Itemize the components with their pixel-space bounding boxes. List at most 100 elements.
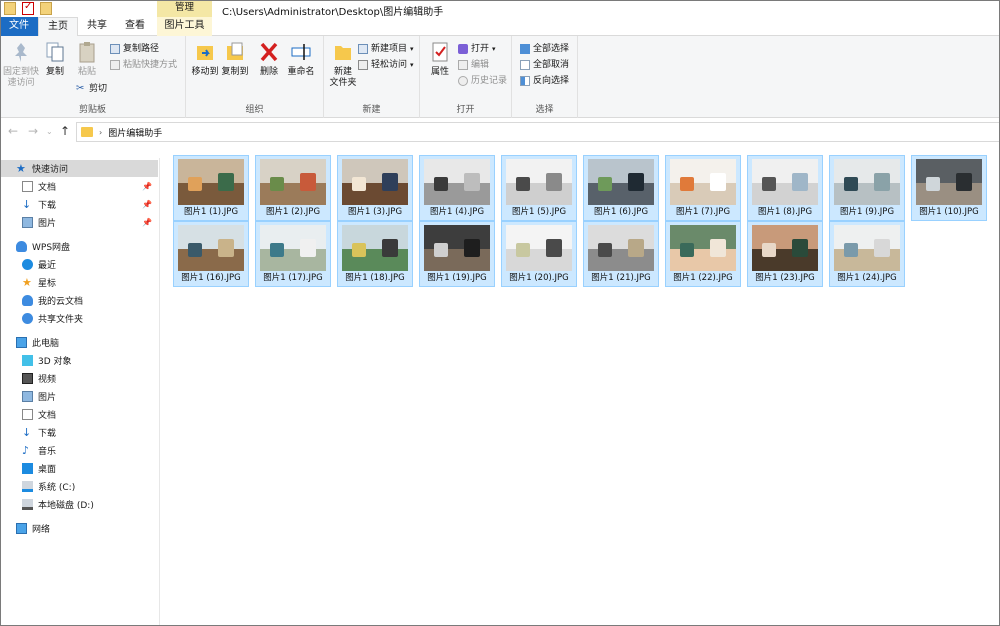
- document-icon: [22, 409, 33, 420]
- sidebar-item-pictures[interactable]: 图片: [0, 388, 158, 405]
- pin-quick-access-button[interactable]: 固定到快 速访问: [2, 40, 40, 89]
- pictures-icon: [22, 391, 33, 402]
- image-thumbnail: [342, 159, 408, 205]
- folder-icon[interactable]: [4, 2, 16, 15]
- sidebar-item-system-c[interactable]: 系统 (C:): [0, 478, 158, 495]
- sidebar-item-documents[interactable]: 文档: [0, 406, 158, 423]
- copy-path-icon: [110, 44, 120, 54]
- edit-button[interactable]: 编辑: [458, 58, 489, 72]
- file-tile[interactable]: 图片1 (8).JPG: [747, 155, 823, 221]
- sidebar-item-starred[interactable]: ★ 星标: [0, 274, 158, 291]
- sidebar-item-3d-objects[interactable]: 3D 对象: [0, 352, 158, 369]
- sidebar-item-network[interactable]: 网络: [0, 520, 158, 537]
- system-drive-icon: [22, 481, 33, 492]
- pin-icon[interactable]: 📌: [142, 200, 152, 209]
- image-thumbnail: [834, 225, 900, 271]
- new-folder-icon[interactable]: [40, 2, 52, 15]
- context-tab-manage: 管理: [157, 0, 212, 17]
- properties-check-icon[interactable]: [22, 1, 34, 15]
- image-thumbnail: [916, 159, 982, 205]
- computer-icon: [16, 337, 27, 348]
- sidebar-item-my-cloud-docs[interactable]: 我的云文档: [0, 292, 158, 309]
- clipboard-group: 固定到快 速访问 复制 粘贴 复制路径 粘贴快捷方式 ✂ 剪切 剪贴板: [0, 36, 186, 118]
- copy-path-button[interactable]: 复制路径: [110, 42, 159, 56]
- up-arrow-icon[interactable]: ↑: [60, 124, 70, 138]
- new-item-button[interactable]: 新建项目 ▾: [358, 42, 414, 56]
- copy-to-button[interactable]: 复制到: [218, 40, 252, 78]
- select-all-button[interactable]: 全部选择: [520, 42, 569, 56]
- tab-file[interactable]: 文件: [0, 17, 38, 36]
- image-thumbnail: [834, 159, 900, 205]
- invert-selection-button[interactable]: 反向选择: [520, 74, 569, 88]
- sidebar-item-desktop[interactable]: 桌面: [0, 460, 158, 477]
- copy-icon: [46, 42, 64, 62]
- organize-group: 移动到 复制到 删除 重命名 组织: [186, 36, 324, 118]
- file-tile[interactable]: 图片1 (3).JPG: [337, 155, 413, 221]
- select-none-button[interactable]: 全部取消: [520, 58, 569, 72]
- tab-view[interactable]: 查看: [116, 17, 154, 36]
- file-tile[interactable]: 图片1 (18).JPG: [337, 221, 413, 287]
- paste-button[interactable]: 粘贴: [70, 40, 104, 78]
- back-arrow-icon[interactable]: ←: [8, 124, 18, 138]
- file-tile[interactable]: 图片1 (10).JPG: [911, 155, 987, 221]
- easy-access-button[interactable]: 轻松访问 ▾: [358, 58, 414, 72]
- chevron-down-icon: ▾: [410, 45, 414, 53]
- sidebar-item-qa-downloads[interactable]: ↓ 下载 📌: [0, 196, 158, 213]
- file-tile[interactable]: 图片1 (23).JPG: [747, 221, 823, 287]
- paste-shortcut-button[interactable]: 粘贴快捷方式: [110, 58, 177, 72]
- file-tile[interactable]: 图片1 (5).JPG: [501, 155, 577, 221]
- history-button[interactable]: 历史记录: [458, 74, 507, 88]
- sidebar-item-local-d[interactable]: 本地磁盘 (D:): [0, 496, 158, 513]
- rename-button[interactable]: 重命名: [284, 40, 318, 78]
- file-tile[interactable]: 图片1 (16).JPG: [173, 221, 249, 287]
- file-tile[interactable]: 图片1 (4).JPG: [419, 155, 495, 221]
- image-thumbnail: [260, 225, 326, 271]
- cut-button[interactable]: ✂ 剪切: [76, 82, 107, 96]
- pictures-icon: [22, 217, 33, 228]
- open-group: 属性 打开 ▾ 编辑 历史记录 打开: [420, 36, 512, 118]
- sidebar-item-this-pc[interactable]: 此电脑: [0, 334, 158, 351]
- breadcrumb-chevron-icon[interactable]: ›: [99, 128, 102, 137]
- pin-icon[interactable]: 📌: [142, 218, 152, 227]
- new-folder-button[interactable]: 新建 文件夹: [326, 40, 360, 89]
- sidebar-item-videos[interactable]: 视频: [0, 370, 158, 387]
- forward-arrow-icon[interactable]: →: [28, 124, 38, 138]
- image-thumbnail: [178, 225, 244, 271]
- sidebar-item-qa-documents[interactable]: 文档 📌: [0, 178, 158, 195]
- sidebar-item-music[interactable]: ♪ 音乐: [0, 442, 158, 459]
- sidebar-item-quick-access[interactable]: ★ 快速访问: [0, 160, 158, 177]
- file-tile[interactable]: 图片1 (22).JPG: [665, 221, 741, 287]
- sidebar-item-shared-folders[interactable]: 共享文件夹: [0, 310, 158, 327]
- file-tile[interactable]: 图片1 (21).JPG: [583, 221, 659, 287]
- breadcrumb-current[interactable]: 图片编辑助手: [108, 126, 162, 139]
- file-tile[interactable]: 图片1 (24).JPG: [829, 221, 905, 287]
- tab-home[interactable]: 主页: [38, 17, 78, 37]
- file-tile[interactable]: 图片1 (7).JPG: [665, 155, 741, 221]
- recent-locations-chevron-icon[interactable]: ⌄: [46, 127, 53, 136]
- file-tile[interactable]: 图片1 (2).JPG: [255, 155, 331, 221]
- address-bar[interactable]: › 图片编辑助手: [76, 122, 1000, 142]
- file-tile[interactable]: 图片1 (9).JPG: [829, 155, 905, 221]
- file-tile[interactable]: 图片1 (19).JPG: [419, 221, 495, 287]
- open-button[interactable]: 打开 ▾: [458, 42, 496, 56]
- pin-icon[interactable]: 📌: [142, 182, 152, 191]
- move-to-icon: [197, 46, 213, 60]
- sidebar-item-downloads[interactable]: ↓ 下载: [0, 424, 158, 441]
- sidebar-item-wps-cloud[interactable]: WPS网盘: [0, 238, 158, 255]
- tab-share[interactable]: 共享: [78, 17, 116, 36]
- file-tile[interactable]: 图片1 (20).JPG: [501, 221, 577, 287]
- properties-button[interactable]: 属性: [422, 40, 458, 78]
- file-tile[interactable]: 图片1 (1).JPG: [173, 155, 249, 221]
- sidebar-item-qa-pictures[interactable]: 图片 📌: [0, 214, 158, 231]
- file-tile[interactable]: 图片1 (6).JPG: [583, 155, 659, 221]
- delete-button[interactable]: 删除: [254, 40, 284, 78]
- file-name-label: 图片1 (22).JPG: [673, 273, 733, 283]
- file-tile[interactable]: 图片1 (17).JPG: [255, 221, 331, 287]
- sidebar-item-recent[interactable]: 最近: [0, 256, 158, 273]
- file-name-label: 图片1 (20).JPG: [509, 273, 569, 283]
- address-row: ← → ⌄ ↑ › 图片编辑助手: [0, 120, 1000, 144]
- tab-picture-tools[interactable]: 图片工具: [157, 17, 212, 36]
- download-arrow-icon: ↓: [22, 198, 32, 211]
- move-to-button[interactable]: 移动到: [188, 40, 222, 78]
- copy-button[interactable]: 复制: [40, 40, 70, 78]
